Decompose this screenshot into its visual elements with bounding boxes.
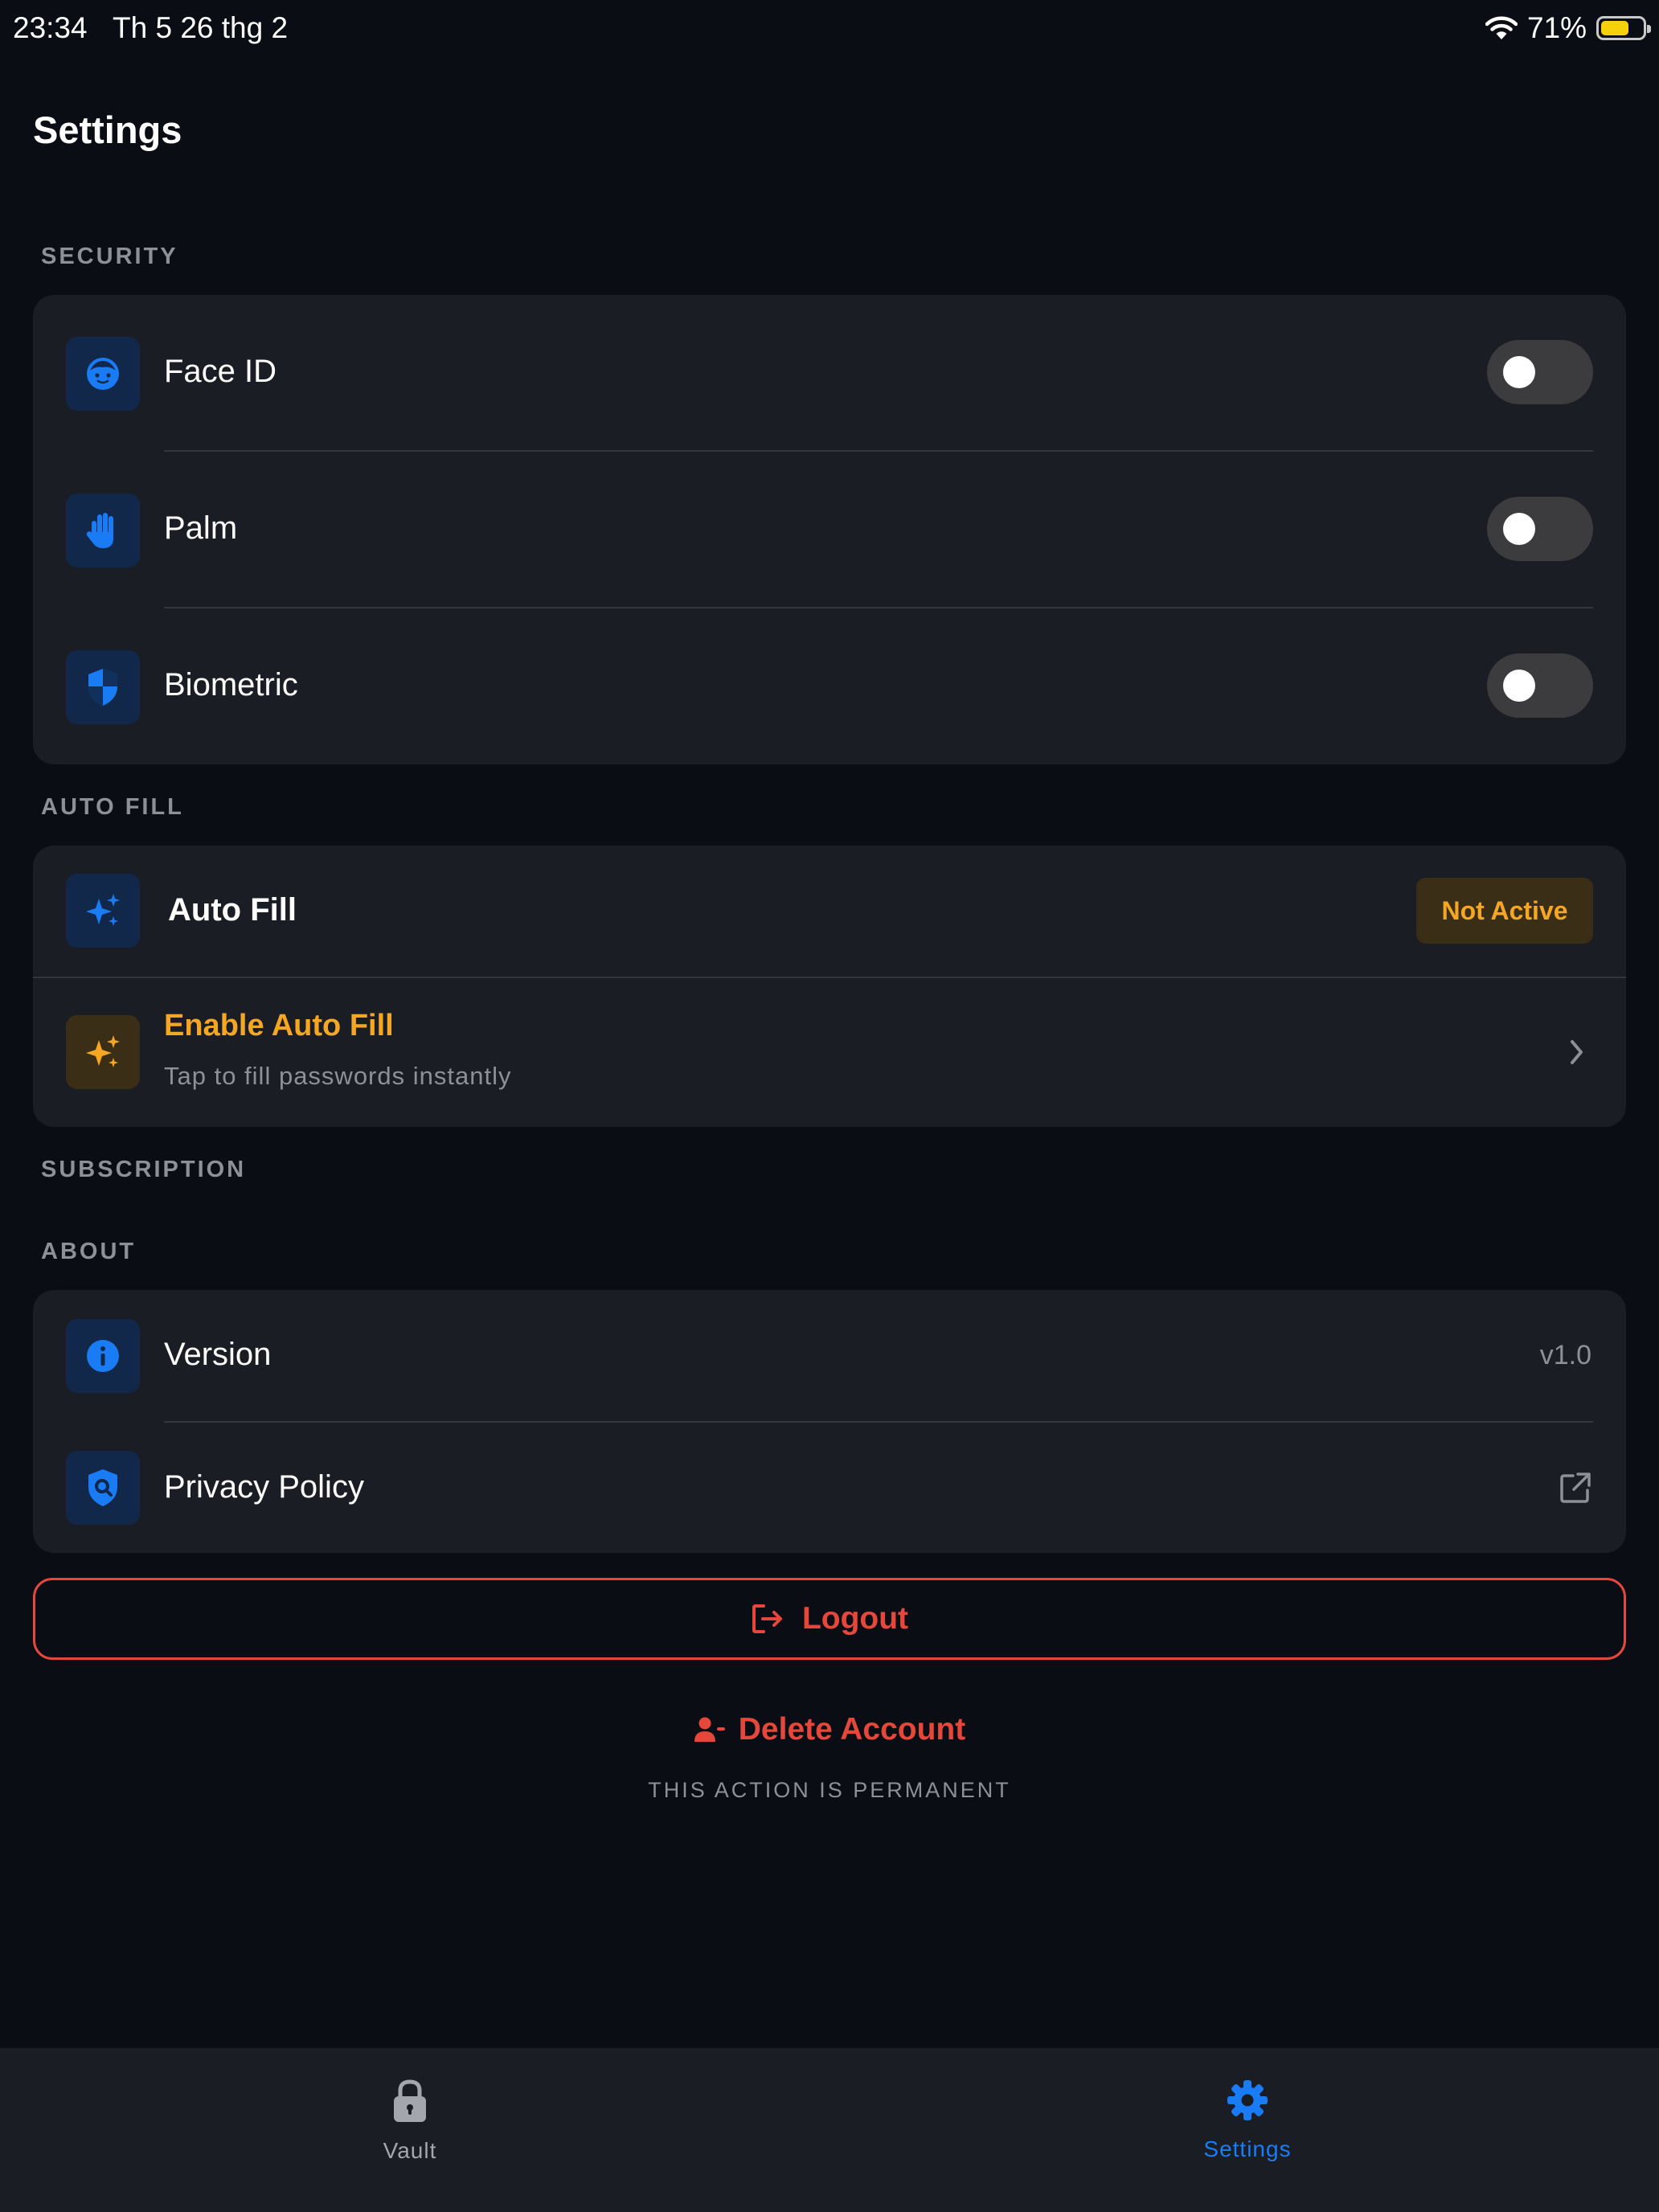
delete-account-label: Delete Account (738, 1712, 966, 1747)
section-label-security: SECURITY (41, 244, 178, 269)
face-id-toggle[interactable] (1487, 340, 1593, 404)
status-date: Th 5 26 thg 2 (113, 11, 289, 44)
biometric-toggle[interactable] (1487, 653, 1593, 718)
logout-icon (752, 1604, 782, 1633)
security-card: Face ID Palm Biometric (33, 295, 1626, 764)
privacy-policy-label: Privacy Policy (164, 1469, 364, 1505)
version-row: Version v1.0 (33, 1290, 1626, 1422)
logout-label: Logout (801, 1601, 909, 1636)
palm-label: Palm (164, 510, 238, 546)
tab-bar: Vault Settings (0, 2048, 1659, 2212)
enable-auto-fill-subtitle: Tap to fill passwords instantly (164, 1062, 512, 1090)
logout-button[interactable]: Logout (33, 1578, 1626, 1660)
enable-auto-fill-row[interactable]: Enable Auto Fill Tap to fill passwords i… (33, 978, 1626, 1127)
version-label: Version (164, 1337, 272, 1372)
delete-warning: THIS ACTION IS PERMANENT (648, 1778, 1011, 1802)
palm-toggle[interactable] (1487, 497, 1593, 561)
chevron-right-icon (1571, 1040, 1583, 1064)
battery-icon (1596, 16, 1651, 40)
auto-fill-status-row: Auto Fill Not Active (33, 846, 1626, 977)
tab-vault-label: Vault (383, 2138, 437, 2163)
section-label-about: ABOUT (41, 1239, 137, 1264)
sparkles-icon (66, 874, 140, 948)
battery-percent: 71% (1526, 11, 1587, 44)
tab-settings-label: Settings (1203, 2136, 1292, 2161)
wifi-icon (1485, 16, 1518, 39)
shield-icon (66, 650, 140, 724)
enable-auto-fill-title: Enable Auto Fill (164, 1009, 394, 1043)
face-icon (66, 337, 140, 411)
about-card: Version v1.0 Privacy Policy (33, 1290, 1626, 1553)
sparkles-icon (66, 1015, 140, 1089)
gear-icon (1227, 2080, 1268, 2120)
status-indicators: 71% (1485, 11, 1651, 45)
auto-fill-card: Auto Fill Not Active Enable Auto Fill Ta… (33, 846, 1626, 1127)
toggle-knob (1503, 513, 1535, 545)
lock-icon (394, 2079, 426, 2122)
status-time: 23:34 (13, 11, 88, 44)
page-title: Settings (33, 109, 182, 151)
user-minus-icon (694, 1717, 725, 1742)
toggle-knob (1503, 670, 1535, 702)
section-label-auto-fill: AUTO FILL (41, 794, 184, 820)
setting-row-palm: Palm (33, 452, 1626, 608)
auto-fill-label: Auto Fill (168, 892, 297, 928)
setting-row-face-id: Face ID (33, 295, 1626, 452)
hand-icon (66, 494, 140, 567)
privacy-policy-row[interactable]: Privacy Policy (33, 1423, 1626, 1553)
delete-account-button[interactable]: Delete Account (0, 1712, 1659, 1747)
version-value: v1.0 (1539, 1340, 1591, 1370)
status-badge: Not Active (1416, 878, 1593, 944)
setting-row-biometric: Biometric (33, 608, 1626, 764)
biometric-label: Biometric (164, 667, 298, 703)
shield-search-icon (66, 1451, 140, 1525)
battery-fill (1601, 21, 1628, 35)
info-icon (66, 1319, 140, 1393)
tab-settings[interactable]: Settings (1127, 2079, 1368, 2162)
section-label-subscription: SUBSCRIPTION (41, 1157, 247, 1182)
face-id-label: Face ID (164, 354, 277, 389)
tab-vault[interactable]: Vault (289, 2079, 530, 2164)
toggle-knob (1503, 356, 1535, 388)
external-link-icon (1560, 1473, 1591, 1503)
